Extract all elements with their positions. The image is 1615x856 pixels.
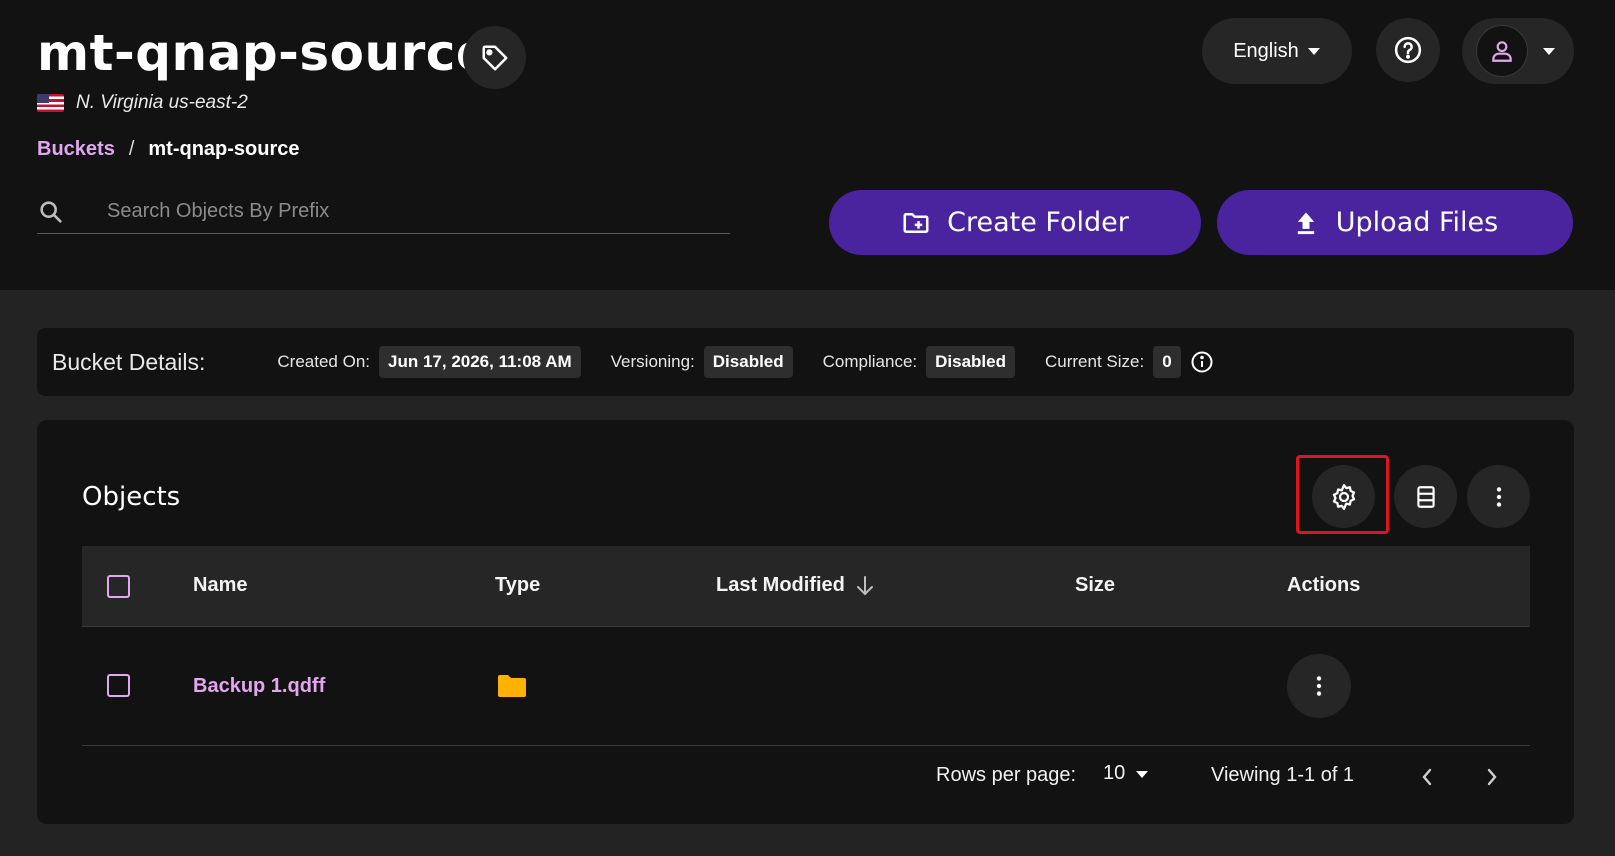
breadcrumb-buckets-link[interactable]: Buckets — [37, 138, 115, 161]
object-name-link[interactable]: Backup 1.qdff — [193, 675, 325, 698]
language-label: English — [1233, 39, 1299, 62]
previous-page-button[interactable] — [1412, 762, 1442, 792]
upload-files-button[interactable]: Upload Files — [1217, 190, 1573, 255]
info-icon[interactable] — [1190, 350, 1214, 374]
region-label: N. Virginia us-east-2 — [76, 92, 248, 113]
current-size-label: Current Size: — [1045, 352, 1145, 371]
table-row[interactable]: Backup 1.qdff — [82, 628, 1530, 746]
next-page-button[interactable] — [1477, 762, 1507, 792]
column-last-modified[interactable]: Last Modified — [716, 574, 875, 597]
column-type-label: Type — [495, 574, 541, 596]
more-vertical-icon — [1496, 486, 1501, 507]
tag-button[interactable] — [463, 26, 526, 89]
language-selector[interactable]: English — [1202, 18, 1352, 84]
row-actions-button[interactable] — [1287, 654, 1351, 718]
rows-per-page-value: 10 — [1103, 762, 1126, 784]
arrow-down-icon — [856, 575, 873, 595]
column-size[interactable]: Size — [1075, 574, 1115, 597]
current-size-value: 0 — [1153, 346, 1181, 378]
compliance-label: Compliance: — [822, 352, 918, 371]
help-icon — [1394, 36, 1422, 64]
column-type[interactable]: Type — [495, 574, 540, 597]
search-input[interactable] — [107, 200, 730, 223]
page-header: mt-qnap-source N. Virginia us-east-2 Buc… — [0, 0, 1615, 290]
bucket-details-bar: Bucket Details: Created On: Jun 17, 2026… — [37, 328, 1574, 396]
current-size: Current Size: 0 — [1045, 346, 1214, 378]
avatar — [1476, 25, 1528, 77]
chevron-right-icon — [1487, 768, 1497, 786]
pagination-range: Viewing 1-1 of 1 — [1211, 764, 1355, 786]
page-title: mt-qnap-source — [37, 24, 491, 82]
create-folder-button[interactable]: Create Folder — [829, 190, 1201, 255]
user-icon — [1492, 41, 1512, 62]
us-flag-icon — [37, 94, 64, 112]
column-last-modified-label: Last Modified — [716, 574, 845, 596]
bucket-details-label: Bucket Details: — [52, 348, 206, 375]
versioning-label: Versioning: — [610, 352, 695, 371]
table-pagination: Rows per page: 10 Viewing 1-1 of 1 — [37, 754, 1574, 804]
chevron-down-icon — [1307, 48, 1320, 55]
compliance-value: Disabled — [926, 346, 1015, 378]
created-on: Created On: Jun 17, 2026, 11:08 AM — [277, 346, 581, 378]
created-on-value: Jun 17, 2026, 11:08 AM — [379, 346, 581, 378]
breadcrumb: Buckets / mt-qnap-source — [37, 138, 300, 161]
breadcrumb-current: mt-qnap-source — [148, 138, 300, 160]
folder-icon — [498, 675, 526, 697]
upload-icon — [1297, 212, 1314, 234]
column-name-label: Name — [193, 574, 248, 596]
versioning-value: Disabled — [703, 346, 793, 378]
settings-highlight — [1296, 455, 1389, 534]
select-all-checkbox[interactable] — [107, 575, 130, 598]
row-checkbox[interactable] — [107, 674, 130, 697]
create-folder-label: Create Folder — [947, 207, 1129, 238]
breadcrumb-separator: / — [128, 138, 135, 160]
versioning: Versioning: Disabled — [611, 346, 793, 378]
chevron-down-icon — [1543, 48, 1555, 55]
upload-files-label: Upload Files — [1335, 207, 1499, 238]
chevron-down-icon — [1136, 770, 1149, 778]
column-actions: Actions — [1287, 574, 1360, 597]
region-info: N. Virginia us-east-2 — [37, 92, 248, 114]
user-menu-button[interactable] — [1462, 18, 1574, 84]
list-icon — [1416, 485, 1435, 508]
rows-per-page-select[interactable]: 10 — [1103, 762, 1149, 785]
chevron-left-icon — [1422, 768, 1432, 786]
more-vertical-icon — [1316, 676, 1322, 696]
search-icon — [37, 198, 77, 226]
table-header: Name Type Last Modified Size Actions — [82, 546, 1530, 627]
folder-plus-icon — [903, 212, 929, 233]
more-options-button[interactable] — [1467, 465, 1530, 528]
column-actions-label: Actions — [1287, 574, 1361, 596]
created-on-label: Created On: — [277, 352, 371, 371]
compliance: Compliance: Disabled — [823, 346, 1015, 378]
objects-panel: Objects Name Type Last Modified Size Act… — [37, 420, 1574, 824]
list-view-button[interactable] — [1394, 465, 1457, 528]
column-size-label: Size — [1075, 574, 1116, 596]
objects-title: Objects — [82, 482, 181, 512]
column-name[interactable]: Name — [193, 574, 247, 597]
tag-icon — [482, 45, 507, 70]
search-bar — [37, 190, 730, 234]
rows-per-page-label: Rows per page: — [936, 764, 1077, 786]
help-button[interactable] — [1376, 18, 1440, 82]
